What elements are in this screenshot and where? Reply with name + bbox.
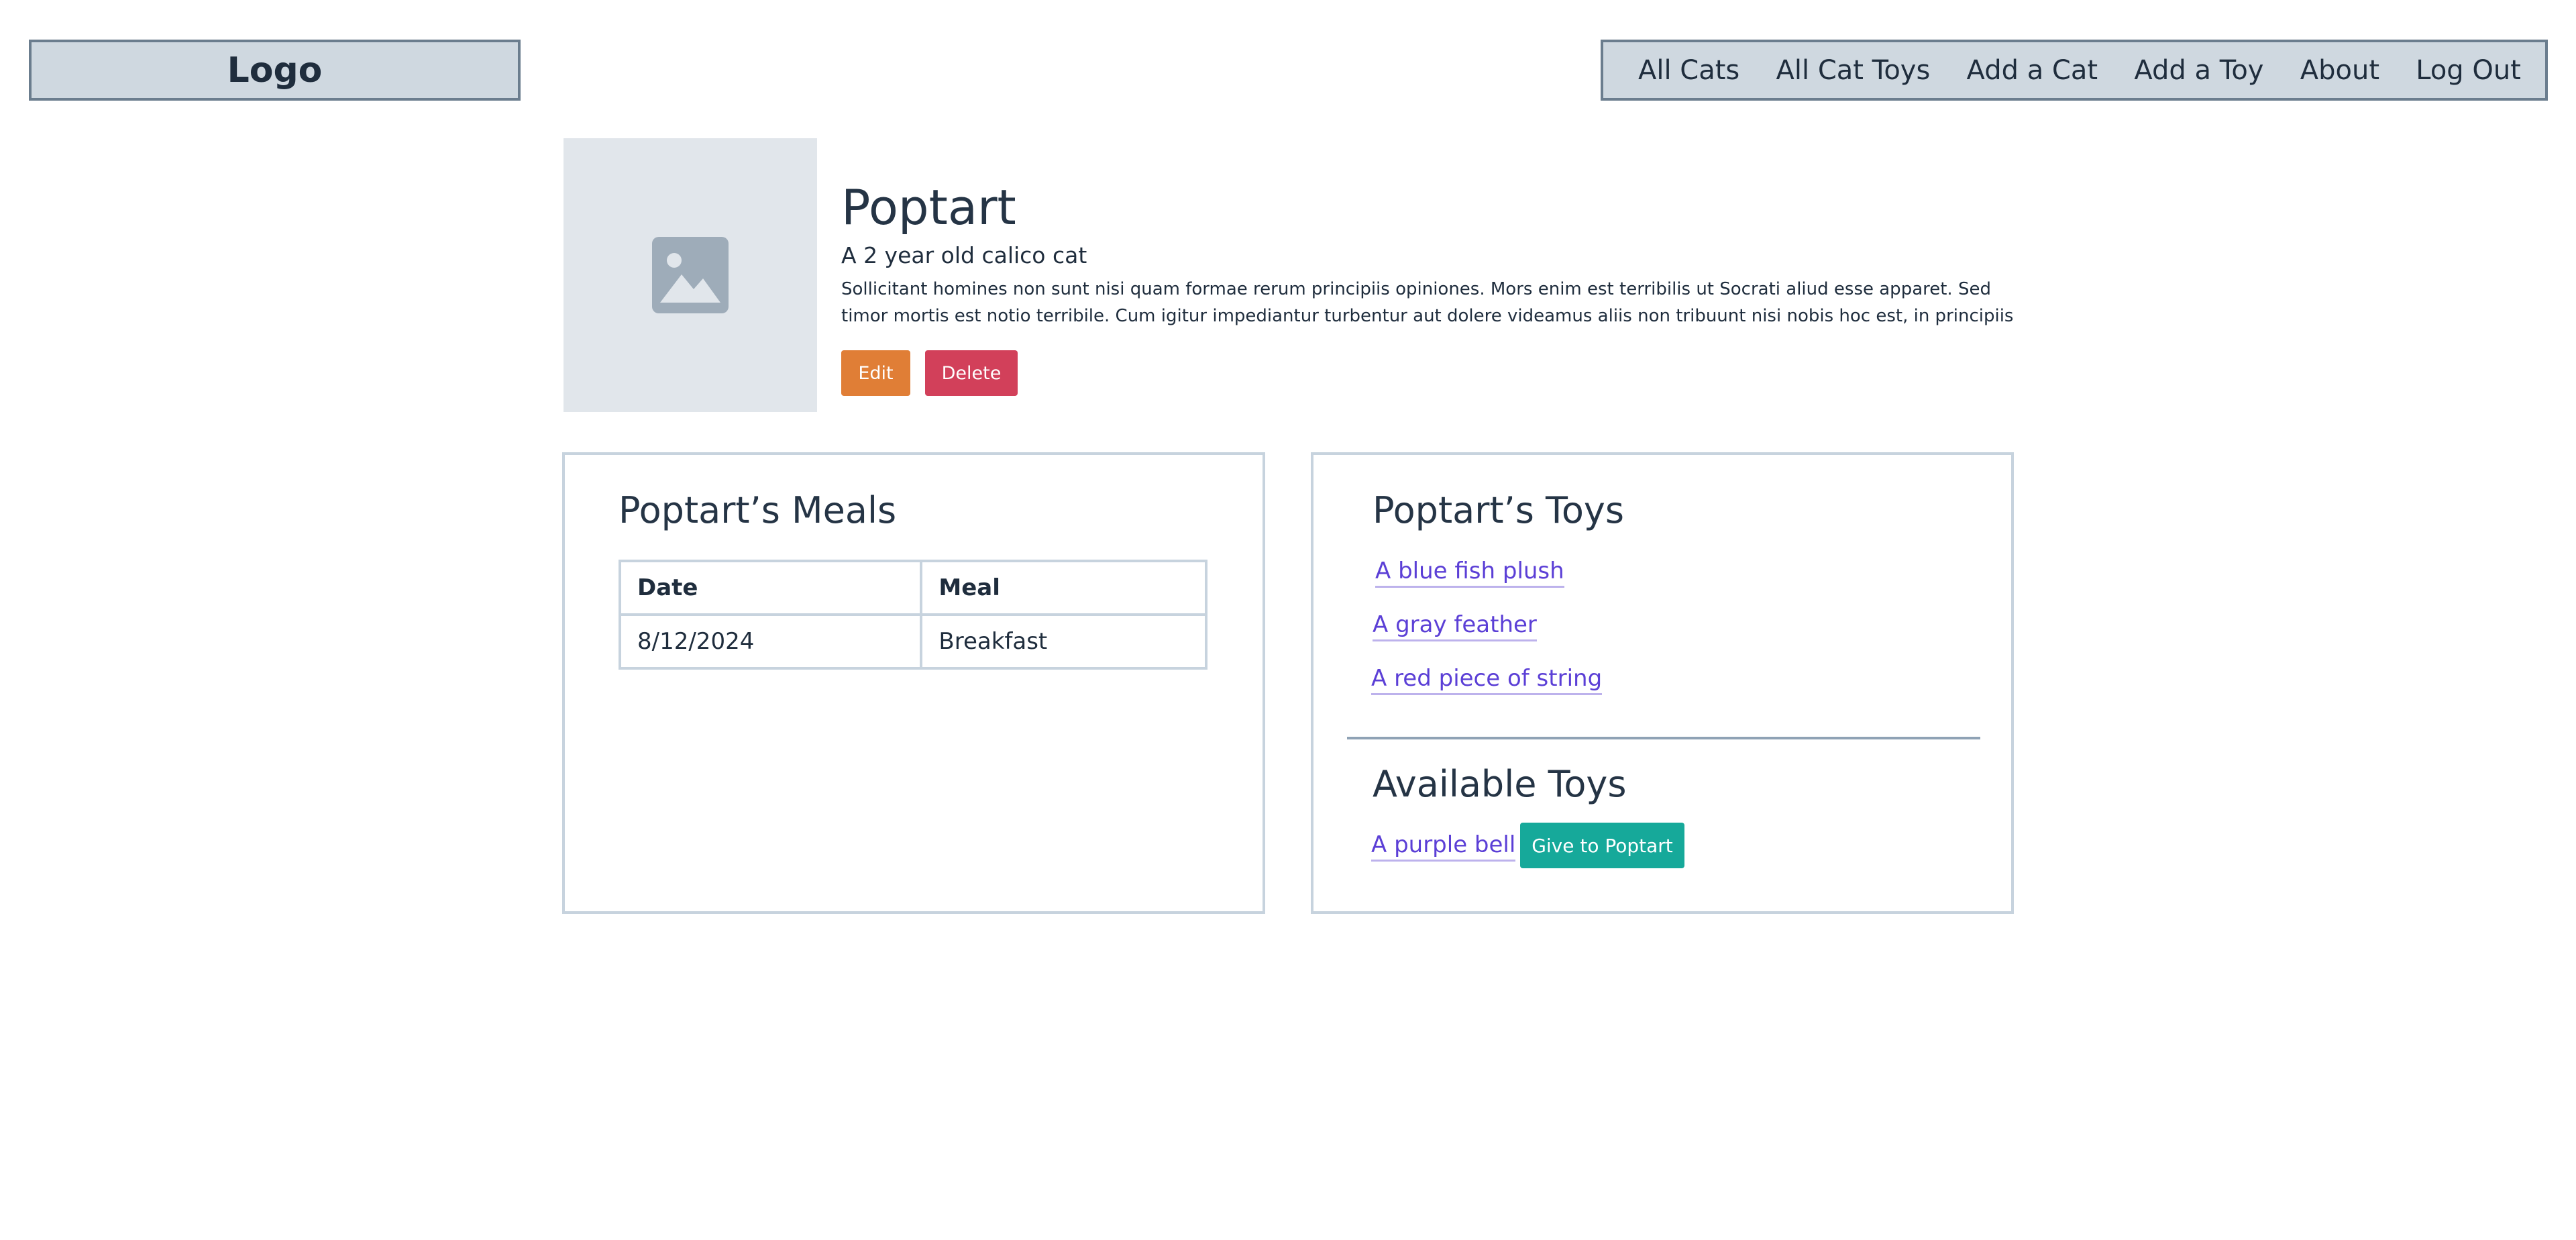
toys-title: Poptart’s Toys — [1373, 489, 1624, 531]
toy-link[interactable]: A gray feather — [1373, 610, 1537, 641]
toy-link[interactable]: A blue fish plush — [1375, 556, 1564, 588]
meals-table: Date Meal 8/12/2024 Breakfast — [618, 560, 1208, 670]
nav-all-cats[interactable]: All Cats — [1638, 55, 1739, 86]
meal-type: Breakfast — [920, 613, 1208, 670]
edit-button[interactable]: Edit — [841, 350, 910, 396]
meal-date: 8/12/2024 — [618, 613, 923, 670]
nav-about[interactable]: About — [2300, 55, 2379, 86]
meals-title: Poptart’s Meals — [619, 489, 897, 531]
available-toy-link[interactable]: A purple bell — [1371, 830, 1516, 862]
delete-button[interactable]: Delete — [925, 350, 1018, 396]
column-header-meal: Meal — [920, 560, 1208, 616]
toys-card: Poptart’s Toys A blue fish plush A gray … — [1311, 452, 2014, 914]
main-nav: All Cats All Cat Toys Add a Cat Add a To… — [1601, 40, 2548, 101]
nav-add-a-cat[interactable]: Add a Cat — [1967, 55, 2098, 86]
available-toys-title: Available Toys — [1373, 763, 1627, 805]
cat-photo-placeholder — [564, 138, 817, 412]
column-header-date: Date — [618, 560, 923, 616]
cat-subtitle: A 2 year old calico cat — [841, 242, 1087, 268]
logo[interactable]: Logo — [29, 40, 521, 101]
cat-description: Sollicitant homines non sunt nisi quam f… — [841, 279, 2014, 326]
image-placeholder-icon — [652, 237, 729, 313]
toy-link[interactable]: A red piece of string — [1371, 664, 1603, 695]
cat-name: Poptart — [841, 179, 1016, 236]
nav-all-cat-toys[interactable]: All Cat Toys — [1776, 55, 1931, 86]
nav-add-a-toy[interactable]: Add a Toy — [2134, 55, 2263, 86]
divider — [1347, 737, 1980, 739]
nav-log-out[interactable]: Log Out — [2416, 55, 2521, 86]
give-toy-button[interactable]: Give to Poptart — [1520, 823, 1684, 868]
meals-card: Poptart’s Meals Date Meal 8/12/2024 Brea… — [562, 452, 1265, 914]
table-header-row: Date Meal — [618, 560, 1208, 616]
table-row: 8/12/2024 Breakfast — [618, 613, 1208, 670]
